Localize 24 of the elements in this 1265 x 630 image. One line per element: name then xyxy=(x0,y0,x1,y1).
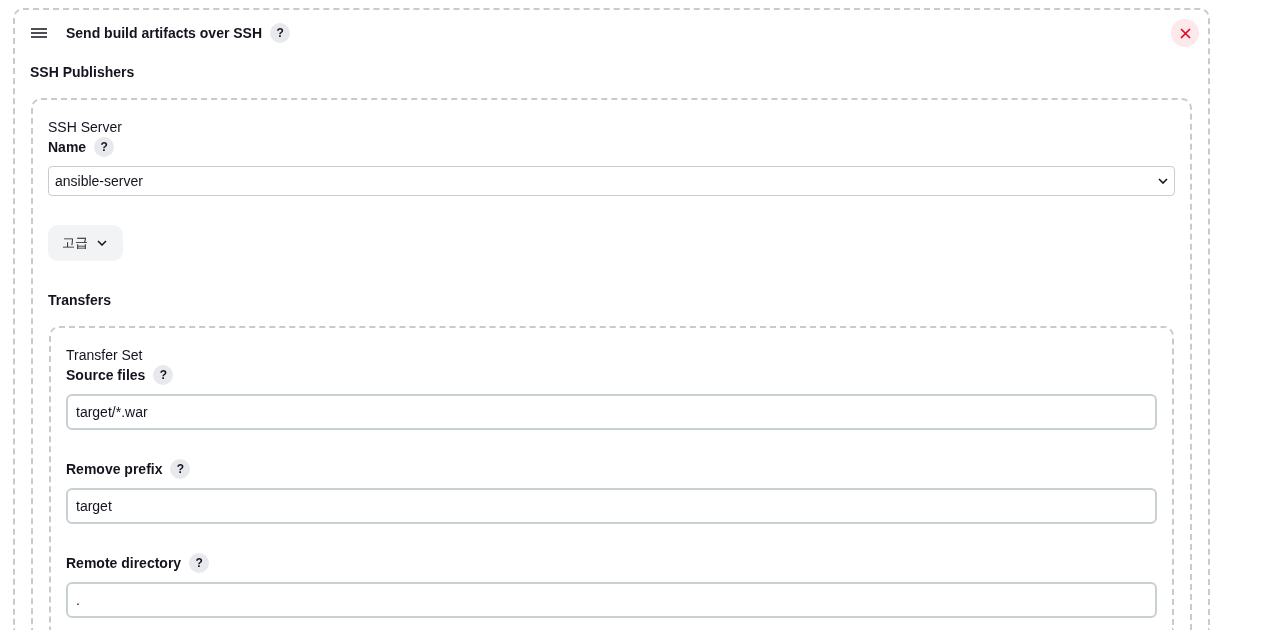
help-button[interactable]: ? xyxy=(94,137,115,157)
section-heading: Transfers xyxy=(48,291,112,310)
close-button[interactable] xyxy=(1171,19,1199,47)
text-field[interactable]: target xyxy=(66,488,1157,524)
group-label: SSH Server xyxy=(48,118,122,137)
field-label: Remove prefix xyxy=(66,460,163,479)
field-label: Remote directory xyxy=(66,554,182,573)
close-icon xyxy=(1179,27,1191,39)
chevron-down-icon xyxy=(97,240,107,246)
text-field[interactable]: target/*.war xyxy=(66,394,1157,430)
group-label: Transfer Set xyxy=(66,346,143,365)
section-heading: SSH Publishers xyxy=(30,63,135,82)
chevron-down-icon xyxy=(1158,178,1168,184)
text-field[interactable]: . xyxy=(66,582,1157,618)
field-label: Source files xyxy=(66,366,146,385)
panel-title: Send build artifacts over SSH xyxy=(66,24,263,43)
help-button[interactable]: ? xyxy=(153,365,174,385)
help-button[interactable]: ? xyxy=(189,553,210,573)
advanced-button[interactable]: 고급 xyxy=(48,225,123,261)
help-button[interactable]: ? xyxy=(270,23,291,43)
help-button[interactable]: ? xyxy=(170,459,191,479)
field-label: Name xyxy=(48,138,87,157)
menu-icon[interactable] xyxy=(31,28,47,38)
server-select[interactable]: ansible-server xyxy=(48,166,1175,196)
